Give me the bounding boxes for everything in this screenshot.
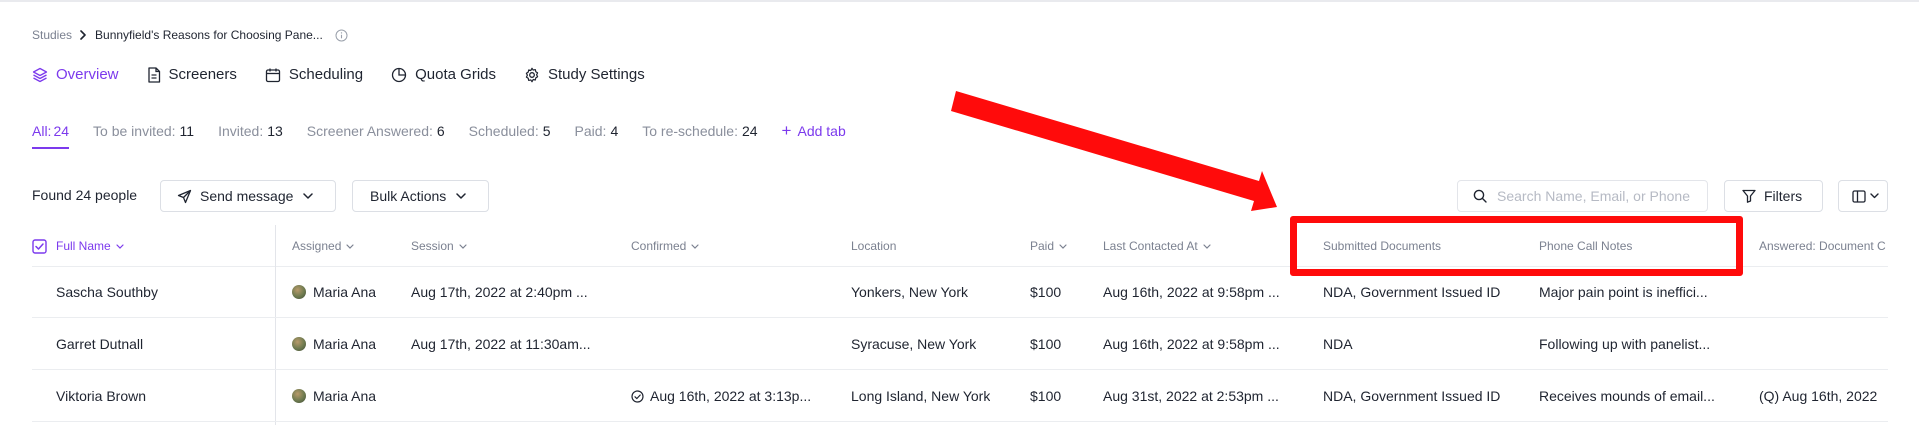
annotation-highlight-box: [1290, 216, 1743, 276]
annotation-arrow: [951, 91, 1277, 211]
